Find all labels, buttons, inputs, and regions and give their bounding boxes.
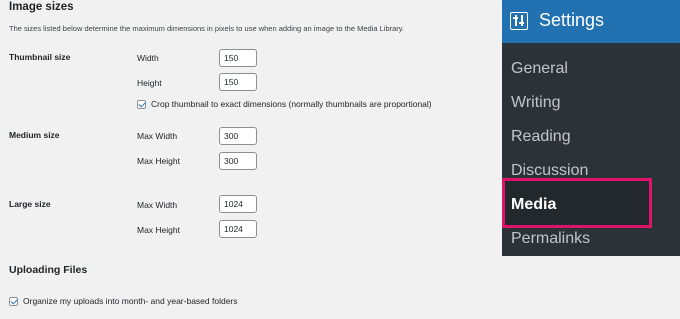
sidebar-item-writing[interactable]: Writing: [511, 94, 561, 112]
large-max-height-label: Max Height: [137, 225, 180, 235]
crop-thumbnail-label: Crop thumbnail to exact dimensions (norm…: [151, 99, 432, 109]
large-max-height-input[interactable]: 1024: [219, 220, 257, 238]
medium-max-width-input[interactable]: 300: [219, 127, 257, 145]
sidebar-item-reading[interactable]: Reading: [511, 128, 571, 146]
uploading-files-heading: Uploading Files: [9, 264, 88, 276]
sidebar-item-media[interactable]: Media: [511, 196, 556, 214]
medium-max-width-label: Max Width: [137, 131, 178, 141]
settings-title: Settings: [539, 10, 605, 30]
medium-size-label: Medium size: [9, 130, 60, 140]
image-sizes-heading: Image sizes: [9, 1, 74, 13]
medium-max-height-label: Max Height: [137, 156, 180, 166]
thumbnail-width-label: Width: [137, 53, 159, 63]
large-max-width-input[interactable]: 1024: [219, 195, 257, 213]
crop-thumbnail-option[interactable]: Crop thumbnail to exact dimensions (norm…: [137, 99, 432, 109]
organize-uploads-label: Organize my uploads into month- and year…: [23, 296, 238, 306]
thumbnail-height-label: Height: [137, 78, 162, 88]
thumbnail-size-label: Thumbnail size: [9, 52, 71, 62]
image-sizes-description: The sizes listed below determine the max…: [9, 24, 405, 33]
medium-max-height-input[interactable]: 300: [219, 152, 257, 170]
settings-menu-header[interactable]: Settings: [502, 0, 680, 43]
settings-sliders-icon: [510, 12, 528, 30]
sidebar-item-permalinks[interactable]: Permalinks: [511, 230, 590, 248]
media-settings-panel: Image sizes The sizes listed below deter…: [0, 0, 500, 319]
large-max-width-label: Max Width: [137, 200, 178, 210]
sidebar-item-discussion[interactable]: Discussion: [511, 162, 588, 180]
large-size-label: Large size: [9, 199, 51, 209]
organize-uploads-checkbox[interactable]: [9, 296, 18, 306]
crop-thumbnail-checkbox[interactable]: [137, 99, 146, 109]
thumbnail-width-input[interactable]: 150: [219, 49, 257, 67]
sidebar-item-general[interactable]: General: [511, 60, 568, 78]
thumbnail-height-input[interactable]: 150: [219, 73, 257, 91]
organize-uploads-option[interactable]: Organize my uploads into month- and year…: [9, 296, 238, 306]
